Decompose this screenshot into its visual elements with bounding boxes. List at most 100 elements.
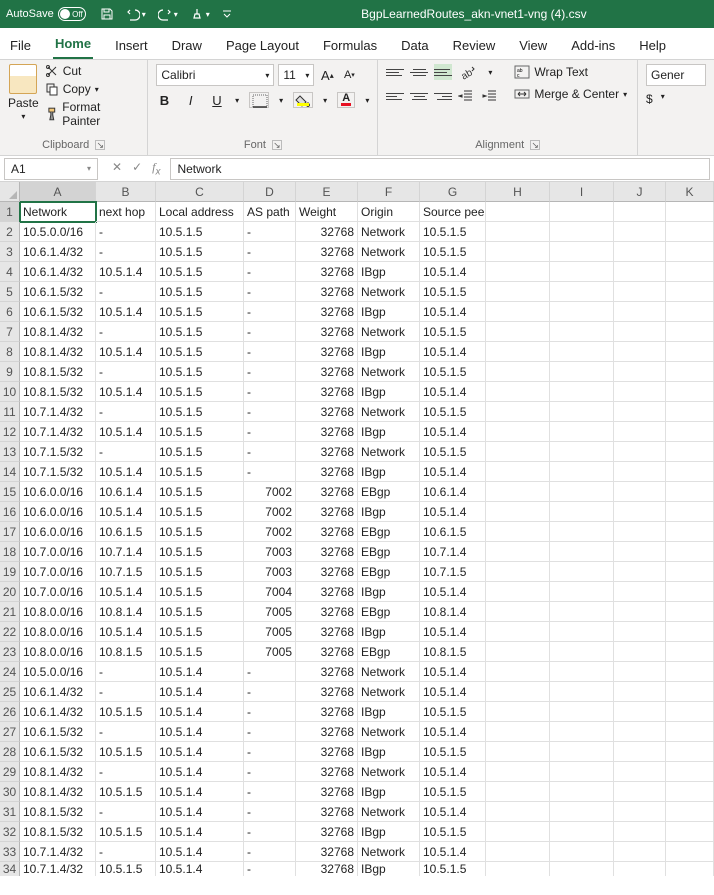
cell[interactable] <box>666 482 714 502</box>
cell[interactable]: 10.8.0.0/16 <box>20 602 96 622</box>
cell[interactable]: 10.5.1.4 <box>420 382 486 402</box>
cell[interactable]: 10.5.1.4 <box>96 582 156 602</box>
cell[interactable] <box>550 262 614 282</box>
chevron-down-icon[interactable]: ▾ <box>21 112 25 121</box>
cell[interactable]: Network <box>358 442 420 462</box>
cell[interactable] <box>666 502 714 522</box>
cell[interactable] <box>550 542 614 562</box>
cell[interactable] <box>486 342 550 362</box>
cell[interactable] <box>614 842 666 862</box>
cell[interactable] <box>486 562 550 582</box>
tab-data[interactable]: Data <box>399 32 430 59</box>
cell[interactable] <box>550 642 614 662</box>
cell[interactable]: 10.8.1.4/32 <box>20 762 96 782</box>
row-header[interactable]: 3 <box>0 242 20 262</box>
cell[interactable] <box>486 722 550 742</box>
cell[interactable]: 10.7.1.4/32 <box>20 402 96 422</box>
cell[interactable]: 32768 <box>296 722 358 742</box>
cell[interactable]: - <box>96 722 156 742</box>
cell[interactable]: 10.6.0.0/16 <box>20 502 96 522</box>
cell[interactable] <box>486 862 550 876</box>
cell[interactable] <box>550 422 614 442</box>
cell[interactable]: 32768 <box>296 642 358 662</box>
cell[interactable]: 10.5.1.5 <box>156 542 244 562</box>
cell[interactable]: - <box>96 762 156 782</box>
cell[interactable]: IBgp <box>358 462 420 482</box>
cell[interactable]: 10.5.1.5 <box>156 242 244 262</box>
cell[interactable]: 10.7.1.5 <box>96 562 156 582</box>
cell[interactable] <box>486 502 550 522</box>
cell[interactable]: Weight <box>296 202 358 222</box>
number-format-select[interactable]: Gener <box>646 64 706 86</box>
cell[interactable]: 10.5.1.4 <box>420 682 486 702</box>
fx-icon[interactable]: fx <box>152 160 160 177</box>
enter-formula-icon[interactable]: ✓ <box>132 160 142 177</box>
format-painter-button[interactable]: Format Painter <box>45 100 140 128</box>
cell[interactable]: - <box>96 282 156 302</box>
cell[interactable] <box>614 482 666 502</box>
font-size-select[interactable]: 11▾ <box>278 64 314 86</box>
cut-button[interactable]: Cut <box>45 64 140 78</box>
cell[interactable] <box>614 302 666 322</box>
cell[interactable]: IBgp <box>358 622 420 642</box>
cell[interactable]: 10.7.1.4 <box>420 542 486 562</box>
cell[interactable]: IBgp <box>358 742 420 762</box>
cell[interactable]: 10.6.1.5/32 <box>20 742 96 762</box>
cell[interactable] <box>614 822 666 842</box>
cell[interactable]: 7003 <box>244 542 296 562</box>
cell[interactable]: next hop <box>96 202 156 222</box>
cell[interactable]: 10.7.1.5/32 <box>20 442 96 462</box>
cell[interactable] <box>486 222 550 242</box>
cell[interactable]: IBgp <box>358 422 420 442</box>
row-header[interactable]: 11 <box>0 402 20 422</box>
cell[interactable]: 7005 <box>244 642 296 662</box>
chevron-down-icon[interactable]: ▾ <box>623 90 627 99</box>
tab-formulas[interactable]: Formulas <box>321 32 379 59</box>
cell[interactable] <box>486 382 550 402</box>
tab-view[interactable]: View <box>517 32 549 59</box>
cell[interactable]: IBgp <box>358 262 420 282</box>
dialog-launcher-icon[interactable]: ↘ <box>530 140 540 150</box>
cell[interactable]: 10.5.1.4 <box>420 582 486 602</box>
cell[interactable]: - <box>244 462 296 482</box>
bold-button[interactable]: B <box>156 93 172 108</box>
cell[interactable] <box>614 262 666 282</box>
cell[interactable]: 10.6.0.0/16 <box>20 522 96 542</box>
cell[interactable]: EBgp <box>358 602 420 622</box>
cell[interactable]: 10.6.0.0/16 <box>20 482 96 502</box>
copy-button[interactable]: Copy ▾ <box>45 82 140 96</box>
redo-button[interactable]: ▾ <box>158 7 178 21</box>
cell[interactable] <box>486 682 550 702</box>
cell[interactable]: 10.8.1.4/32 <box>20 322 96 342</box>
cell[interactable]: 32768 <box>296 602 358 622</box>
cell[interactable]: 32768 <box>296 322 358 342</box>
cell[interactable]: 10.5.1.4 <box>156 782 244 802</box>
cell[interactable]: 32768 <box>296 362 358 382</box>
cell[interactable] <box>666 222 714 242</box>
cell[interactable] <box>666 342 714 362</box>
chevron-down-icon[interactable]: ▾ <box>661 92 665 106</box>
cell[interactable]: - <box>244 402 296 422</box>
cell[interactable] <box>550 322 614 342</box>
column-header[interactable]: I <box>550 182 614 202</box>
cell[interactable]: 32768 <box>296 682 358 702</box>
chevron-down-icon[interactable]: ▾ <box>265 71 269 80</box>
cell[interactable] <box>550 302 614 322</box>
column-header[interactable]: J <box>614 182 666 202</box>
cell[interactable]: 10.5.1.5 <box>156 342 244 362</box>
cell[interactable]: 32768 <box>296 282 358 302</box>
cell[interactable]: - <box>244 782 296 802</box>
row-header[interactable]: 4 <box>0 262 20 282</box>
cell[interactable]: - <box>244 662 296 682</box>
cell[interactable]: Origin <box>358 202 420 222</box>
cell[interactable] <box>550 242 614 262</box>
cell[interactable] <box>550 382 614 402</box>
font-color-button[interactable]: A <box>337 92 355 108</box>
cell[interactable] <box>614 462 666 482</box>
chevron-down-icon[interactable]: ▾ <box>206 10 210 19</box>
cell[interactable]: - <box>244 382 296 402</box>
cell[interactable]: 32768 <box>296 242 358 262</box>
cell[interactable]: 10.5.1.4 <box>156 702 244 722</box>
cell[interactable] <box>666 262 714 282</box>
cell[interactable] <box>486 402 550 422</box>
